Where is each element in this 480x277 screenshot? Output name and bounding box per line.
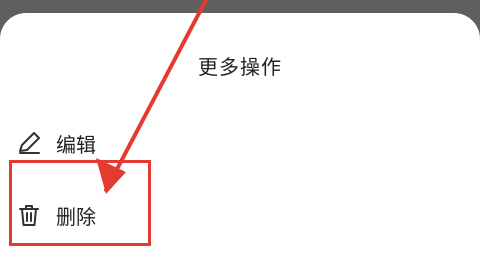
red-arrow-annotation — [96, 0, 208, 194]
screen: 更多操作 编辑 删除 — [0, 0, 480, 277]
